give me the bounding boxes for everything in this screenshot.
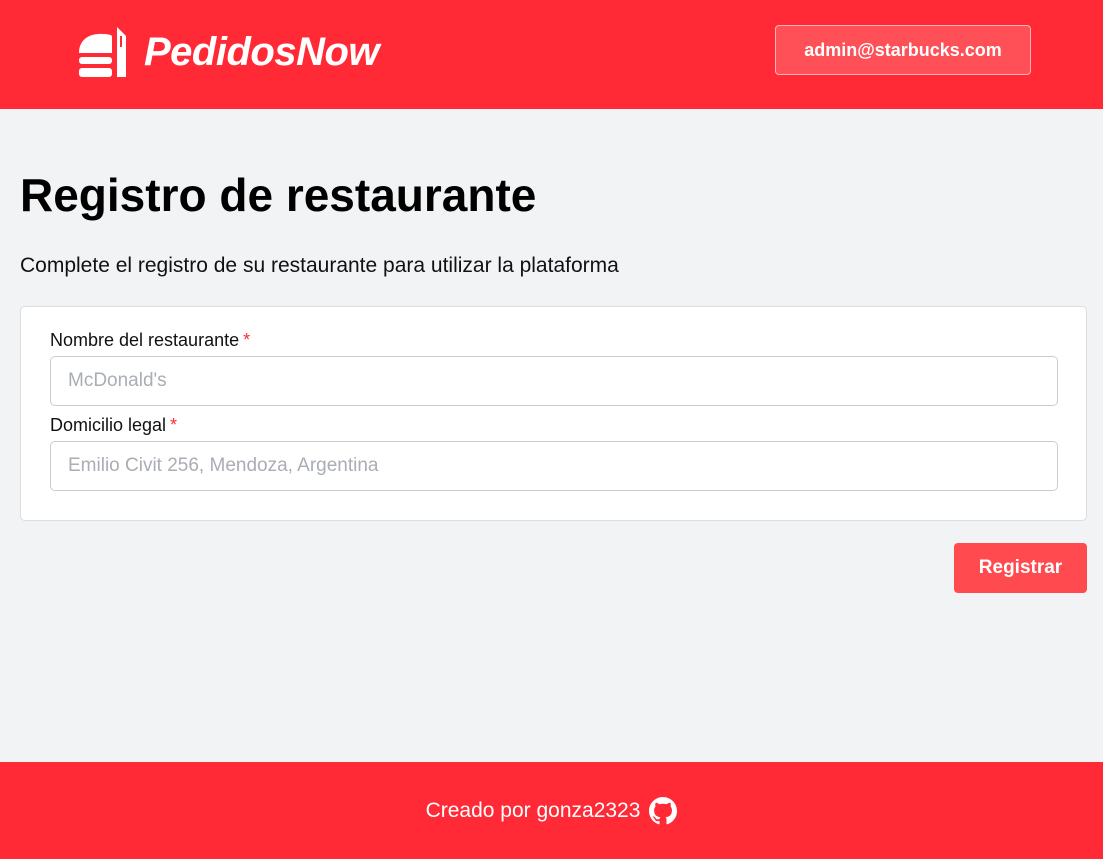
- restaurant-name-input[interactable]: [50, 356, 1058, 406]
- food-stack-icon: [79, 27, 126, 77]
- register-button[interactable]: Registrar: [954, 543, 1087, 593]
- page-title: Registro de restaurante: [20, 169, 537, 221]
- restaurant-name-label-text: Nombre del restaurante: [50, 330, 240, 350]
- footer-credit: Creado por gonza2323: [425, 798, 641, 822]
- required-asterisk: *: [243, 330, 251, 350]
- github-icon: [649, 796, 678, 824]
- page-subtitle: Complete el registro de su restaurante p…: [20, 254, 619, 277]
- legal-address-label: Domicilio legal *: [50, 413, 177, 437]
- github-link[interactable]: [649, 796, 678, 825]
- page-footer: Creado por gonza2323: [0, 762, 1103, 859]
- restaurant-name-label: Nombre del restaurante *: [50, 328, 250, 352]
- top-navbar: PedidosNow admin@starbucks.com: [0, 0, 1103, 109]
- brand-name: PedidosNow: [144, 30, 380, 74]
- restaurant-registration-form: Nombre del restaurante* Domicilio legal*: [20, 306, 1087, 521]
- user-account-button[interactable]: admin@starbucks.com: [775, 25, 1031, 75]
- required-asterisk: *: [170, 415, 178, 435]
- legal-address-label-text: Domicilio legal: [50, 415, 167, 435]
- legal-address-input[interactable]: [50, 441, 1058, 491]
- brand-logo-link[interactable]: PedidosNow: [78, 26, 380, 78]
